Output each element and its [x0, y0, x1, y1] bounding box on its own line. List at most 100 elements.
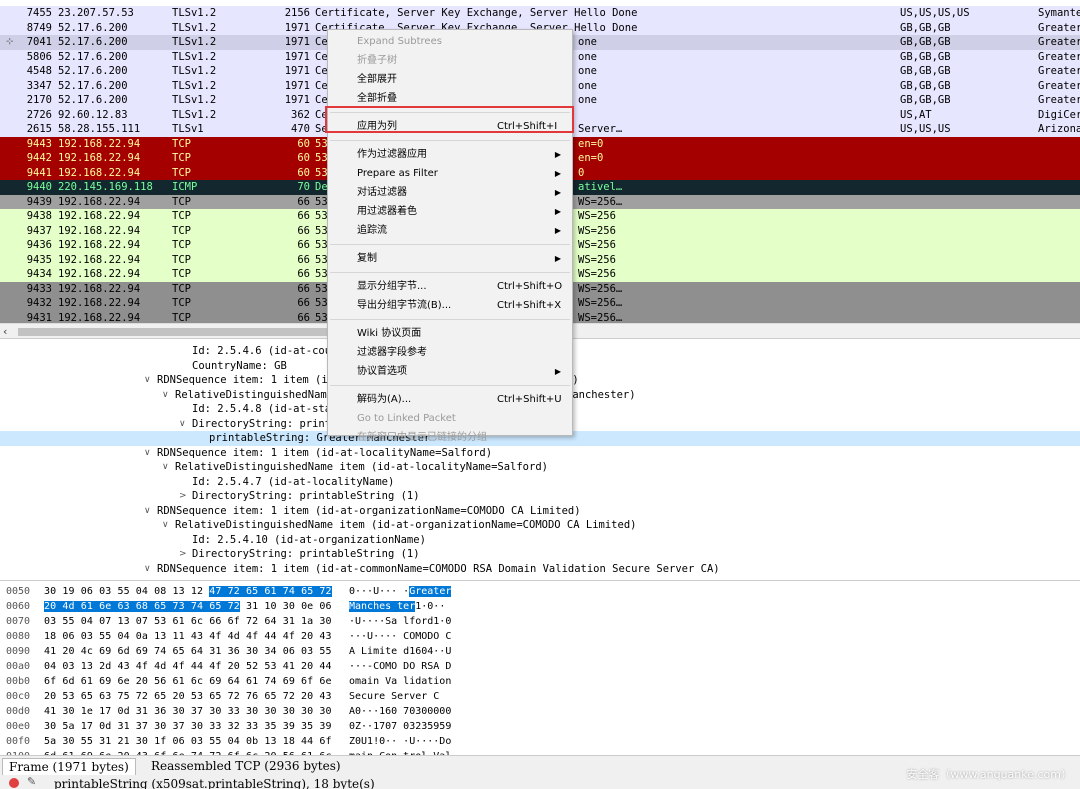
hex-offset: 0090 — [6, 646, 31, 657]
packet-bytes-pane[interactable]: 0050 30 19 06 03 55 04 08 13 12 47 72 65 … — [0, 583, 1080, 755]
tree-item[interactable]: Id: 2.5.4.7 (id-at-localityName) — [0, 475, 1080, 490]
collapse-arrow-icon[interactable]: ∨ — [162, 518, 169, 533]
hex-bytes-plain: 30 5a 17 0d 31 37 30 37 30 33 32 33 35 3… — [44, 721, 332, 732]
packet-cell-geo: GB,GB,GB — [900, 65, 951, 77]
menu-item[interactable]: 全部展开 — [329, 70, 571, 89]
packet-cell-info2: one — [578, 94, 597, 106]
tree-item-label: DirectoryString: printa — [192, 417, 338, 430]
collapse-arrow-icon[interactable]: ∨ — [144, 373, 151, 388]
packet-cell-proto: TLSv1 — [172, 123, 204, 135]
menu-separator — [330, 319, 570, 320]
hex-offset: 0060 — [6, 601, 31, 612]
packet-cell-info2: 0 — [578, 166, 585, 179]
packet-cell-info2: WS=256 — [578, 224, 616, 237]
hex-bytes: 30 19 06 03 55 04 08 13 12 47 72 65 61 7… — [44, 584, 332, 599]
menu-item[interactable]: 导出分组字节流(B)... Ctrl+Shift+X — [329, 296, 571, 315]
hex-bytes: 6f 6d 61 69 6e 20 56 61 6c 69 64 61 74 6… — [44, 674, 332, 689]
menu-item-label: Wiki 协议页面 — [357, 328, 422, 339]
packet-cell-proto: TCP — [172, 268, 191, 280]
hex-offset: 00c0 — [6, 691, 31, 702]
menu-item[interactable]: 显示分组字节... Ctrl+Shift+O — [329, 277, 571, 296]
bytes-tab[interactable]: Reassembled TCP (2936 bytes) — [145, 758, 347, 775]
packet-cell-src: 92.60.12.83 — [58, 108, 128, 121]
menu-item[interactable]: 作为过滤器应用 ▶ — [329, 145, 571, 164]
packet-cell-info2: Server… — [578, 123, 623, 135]
expand-arrow-icon[interactable]: > — [179, 547, 187, 562]
tree-item[interactable]: ∨ RDNSequence item: 1 item (id-at-organiz… — [0, 504, 1080, 519]
hex-bytes-plain: 18 06 03 55 04 0a 13 11 43 4f 4d 4f 44 4… — [44, 631, 332, 642]
menu-item[interactable]: 过滤器字段参考 — [329, 343, 571, 362]
packet-cell-org: Arizona — [1038, 123, 1080, 135]
packet-cell-no: 9438 — [26, 210, 52, 222]
menu-item[interactable]: 用过滤器着色 ▶ — [329, 202, 571, 221]
packet-cell-proto: TCP — [172, 224, 191, 237]
packet-cell-len: 1971 — [284, 94, 310, 106]
packet-cell-info: Certificate, Server Key Exchange, Server… — [315, 7, 638, 19]
hex-ascii-plain: 0···U··· · — [349, 586, 410, 597]
packet-cell-no: 4548 — [26, 65, 52, 77]
collapse-arrow-icon[interactable]: ∨ — [144, 504, 151, 519]
menu-separator — [330, 272, 570, 273]
packet-cell-proto: TCP — [172, 297, 191, 309]
menu-item[interactable]: 协议首选项 ▶ — [329, 362, 571, 381]
tree-item-label: RelativeDistinguishedName item (id-at-or… — [175, 519, 637, 531]
menu-item-label: Expand Subtrees — [357, 36, 442, 47]
edit-comment-icon[interactable]: ✎ — [27, 775, 36, 788]
tree-item[interactable]: ∨ RDNSequence item: 1 item (id-at-commonN… — [0, 562, 1080, 577]
packet-cell-src: 192.168.22.94 — [58, 152, 141, 164]
tree-item-label: RelativeDistinguishedName item (id-at-lo… — [175, 461, 548, 473]
collapse-arrow-icon[interactable]: ∨ — [179, 417, 186, 432]
packet-cell-len: 60 — [297, 137, 310, 150]
hex-bytes-selected: 47 72 65 61 74 65 72 — [209, 586, 332, 597]
packet-cell-no: 9436 — [26, 239, 52, 251]
menu-item[interactable]: 复制 ▶ — [329, 249, 571, 268]
hex-ascii: omain Va lidation — [349, 674, 451, 689]
hex-offset: 00e0 — [6, 721, 31, 732]
menu-item: 在新窗口中显示已链接的分组 — [329, 428, 571, 447]
hex-bytes: 03 55 04 07 13 07 53 61 6c 66 6f 72 64 3… — [44, 614, 332, 629]
expert-info-icon[interactable] — [9, 778, 19, 788]
hex-bytes-plain: 30 19 06 03 55 04 08 13 12 — [44, 586, 210, 597]
tree-item[interactable]: ∨ RelativeDistinguishedName item (id-at-o… — [0, 518, 1080, 533]
collapse-arrow-icon[interactable]: ∨ — [162, 388, 169, 403]
menu-item[interactable]: 解码为(A)... Ctrl+Shift+U — [329, 390, 571, 409]
packet-cell-len: 2156 — [284, 7, 310, 19]
packet-cell-info2: WS=256… — [578, 282, 623, 295]
packet-cell-org: Greater — [1038, 36, 1080, 48]
collapse-arrow-icon[interactable]: ∨ — [162, 460, 169, 475]
expand-arrow-icon[interactable]: > — [179, 489, 187, 504]
hex-ascii: ···U···· COMODO C — [349, 629, 451, 644]
packet-cell-src: 52.17.6.200 — [58, 65, 128, 77]
menu-item[interactable]: 追踪流 ▶ — [329, 221, 571, 240]
collapse-arrow-icon[interactable]: ∨ — [144, 446, 151, 461]
collapse-arrow-icon[interactable]: ∨ — [144, 562, 151, 577]
packet-cell-proto: TCP — [172, 195, 191, 208]
packet-cell-len: 60 — [297, 152, 310, 164]
packet-cell-no: 7455 — [26, 7, 52, 19]
hex-ascii: A Limite d1604··U — [349, 644, 451, 659]
hex-ascii-plain: Z0U1!0·· ·U····Do — [349, 736, 452, 747]
menu-item[interactable]: Wiki 协议页面 — [329, 324, 571, 343]
menu-item[interactable]: 对话过滤器 ▶ — [329, 183, 571, 202]
tree-item-label: Id: 2.5.4.6 (id-at-cour — [192, 345, 338, 357]
packet-cell-src: 58.28.155.111 — [58, 123, 141, 135]
bytes-tab[interactable]: Frame (1971 bytes) — [2, 758, 136, 775]
scrollbar-thumb[interactable] — [18, 328, 328, 336]
tree-item[interactable]: > DirectoryString: printableString (1) — [0, 547, 1080, 562]
packet-cell-proto: TCP — [172, 239, 191, 251]
hex-bytes-plain: 6f 6d 61 69 6e 20 56 61 6c 69 64 61 74 6… — [44, 676, 332, 687]
scroll-left-arrow-icon[interactable]: ‹ — [3, 325, 7, 338]
packet-row[interactable]: 7455 23.207.57.53 TLSv1.2 2156 Certificate, … — [0, 6, 1080, 21]
hex-ascii-plain: Secure Server C — [349, 691, 440, 702]
packet-cell-no: 9435 — [26, 253, 52, 266]
tree-item[interactable]: Id: 2.5.4.10 (id-at-organizationName) — [0, 533, 1080, 548]
packet-cell-no: 9432 — [26, 297, 52, 309]
tree-item[interactable]: ∨ RelativeDistinguishedName item (id-at-l… — [0, 460, 1080, 475]
tree-item-label: Id: 2.5.4.7 (id-at-localityName) — [192, 475, 395, 488]
tree-item[interactable]: > DirectoryString: printableString (1) — [0, 489, 1080, 504]
tree-item[interactable]: ∨ RDNSequence item: 1 item (id-at-localit… — [0, 446, 1080, 461]
hex-bytes-plain: 20 53 65 63 75 72 65 20 53 65 72 76 65 7… — [44, 691, 332, 702]
packet-cell-org: Greater — [1038, 21, 1080, 34]
packet-cell-len: 1971 — [284, 79, 310, 92]
menu-item[interactable]: Prepare as Filter ▶ — [329, 164, 571, 183]
